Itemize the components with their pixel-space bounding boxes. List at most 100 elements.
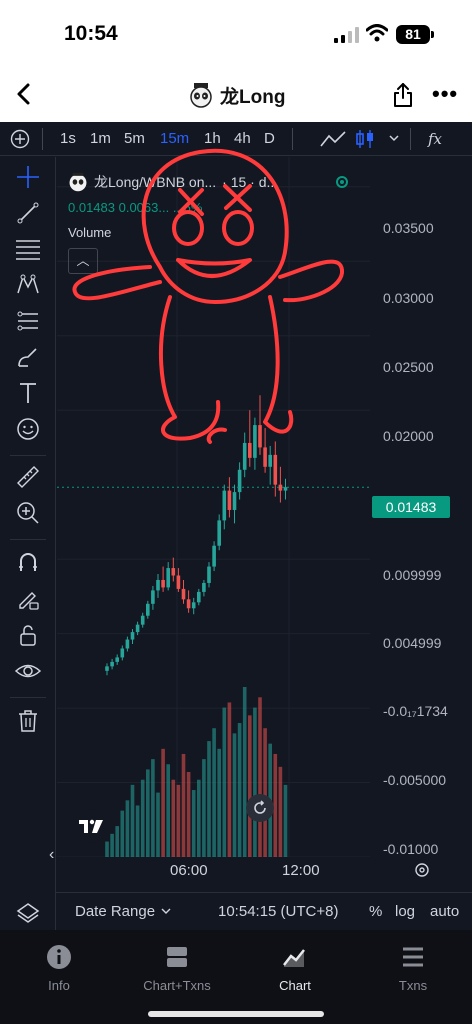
tradingview-logo[interactable] [74, 809, 108, 843]
time-tick: 12:00 [282, 862, 320, 879]
volume-bar [207, 741, 211, 857]
volume-bar [176, 784, 181, 857]
volume-bar [242, 687, 247, 857]
chevron-down-icon[interactable] [388, 134, 400, 144]
layers-icon[interactable] [14, 899, 42, 927]
price-tick: -0.01000 [383, 841, 439, 857]
log-toggle[interactable]: log [395, 903, 415, 920]
percent-toggle[interactable]: % [369, 903, 382, 920]
volume-bar [181, 753, 186, 857]
pattern-icon[interactable] [14, 271, 42, 299]
volume-bar [105, 841, 109, 857]
toolbar-divider [410, 128, 411, 150]
emoji-icon[interactable] [14, 415, 42, 443]
zoom-in-icon[interactable] [14, 499, 42, 527]
volume-bar [283, 784, 288, 857]
nav-header: 龙Long ••• [0, 70, 472, 122]
candle-body [146, 603, 150, 616]
magnet-icon[interactable] [14, 549, 42, 577]
trash-icon[interactable] [14, 707, 42, 735]
crosshair-icon[interactable] [14, 163, 42, 191]
tab-chart[interactable]: Chart [236, 944, 354, 993]
share-icon[interactable] [392, 82, 414, 108]
volume-bar [151, 759, 155, 857]
hand-drawn-doodle [72, 148, 344, 444]
token-title: 龙Long [188, 80, 285, 110]
candle-body [207, 566, 211, 583]
candle-body [283, 487, 288, 491]
price-tick: 0.02500 [383, 359, 434, 375]
status-time: 10:54 [64, 22, 118, 45]
candle-body [151, 590, 155, 604]
tab-txns[interactable]: Txns [354, 944, 472, 993]
candle-body [176, 575, 181, 589]
date-range-dropdown[interactable]: Date Range [75, 903, 155, 920]
volume-bar [156, 792, 160, 857]
brush-icon[interactable] [14, 343, 42, 371]
info-icon [47, 945, 71, 969]
bottom-tab-bar: Info Chart+Txns Chart Txns [0, 930, 472, 1024]
fib-retracement-icon[interactable] [14, 235, 42, 263]
back-arrow-icon[interactable] [12, 80, 36, 108]
unlock-icon[interactable] [14, 621, 42, 649]
candle-body [130, 632, 135, 640]
volume-bar [278, 766, 283, 857]
current-price-label: 0.01483 [372, 496, 450, 518]
volume-bar [222, 707, 227, 857]
volume-bar [273, 753, 278, 857]
volume-bar [125, 800, 130, 857]
volume-bar [120, 810, 125, 857]
candle-body [110, 661, 114, 667]
candle-body [181, 588, 186, 600]
volume-bar [237, 723, 242, 857]
time-axis[interactable]: 06:00 12:00 [56, 857, 470, 883]
auto-toggle[interactable]: auto [430, 903, 459, 920]
price-tick: 0.03000 [383, 290, 434, 306]
candle-body [161, 579, 165, 588]
settings-icon[interactable] [414, 862, 430, 878]
volume-bar [232, 733, 237, 857]
drawing-toolbar [0, 157, 56, 930]
volume-bar [161, 748, 165, 857]
tab-chart-txns[interactable]: Chart+Txns [118, 944, 236, 993]
candle-body [171, 568, 176, 576]
indicators-icon[interactable]: fx [428, 130, 442, 148]
chart-app: 1s 1m 5m 15m 1h 4h D fx ‹ 龙Long/WBNB on.… [0, 122, 472, 930]
trend-line-icon[interactable] [14, 199, 42, 227]
volume-bar [212, 728, 216, 857]
volume-bar [227, 702, 232, 857]
status-bar: 10:54 81 [0, 0, 472, 70]
tab-label: Txns [398, 978, 428, 993]
more-options-icon[interactable]: ••• [432, 83, 458, 105]
volume-bar [171, 779, 176, 857]
candle-body [222, 490, 227, 521]
toolbar-divider [10, 697, 46, 698]
price-tick: -0.005000 [383, 772, 447, 788]
lock-pencil-icon[interactable] [14, 585, 42, 613]
wifi-icon [366, 24, 388, 42]
candle-body [186, 599, 191, 609]
battery-icon: 81 [396, 25, 430, 44]
price-tick: -0.0₁₇1734 [383, 703, 448, 719]
text-tool-icon[interactable] [14, 379, 42, 407]
volume-bar [146, 769, 150, 857]
battery-tip [431, 31, 434, 38]
timezone-clock[interactable]: 10:54:15 (UTC+8) [218, 903, 338, 920]
candle-body [217, 520, 221, 546]
candle-body [135, 624, 140, 633]
eye-icon[interactable] [14, 657, 42, 685]
prediction-icon[interactable] [14, 307, 42, 335]
volume-bar [217, 748, 221, 857]
candle-body [191, 602, 196, 609]
volume-bar [253, 707, 257, 857]
split-view-icon [167, 947, 187, 967]
tab-info[interactable]: Info [0, 944, 118, 993]
ruler-icon[interactable] [14, 463, 42, 491]
candle-body [202, 582, 206, 592]
volume-bar [197, 779, 201, 857]
candle-body [212, 545, 216, 567]
tab-label: Chart [279, 978, 311, 993]
add-symbol-icon[interactable] [10, 129, 30, 149]
chevron-down-icon[interactable] [161, 908, 171, 916]
reset-chart-button[interactable] [246, 794, 274, 822]
